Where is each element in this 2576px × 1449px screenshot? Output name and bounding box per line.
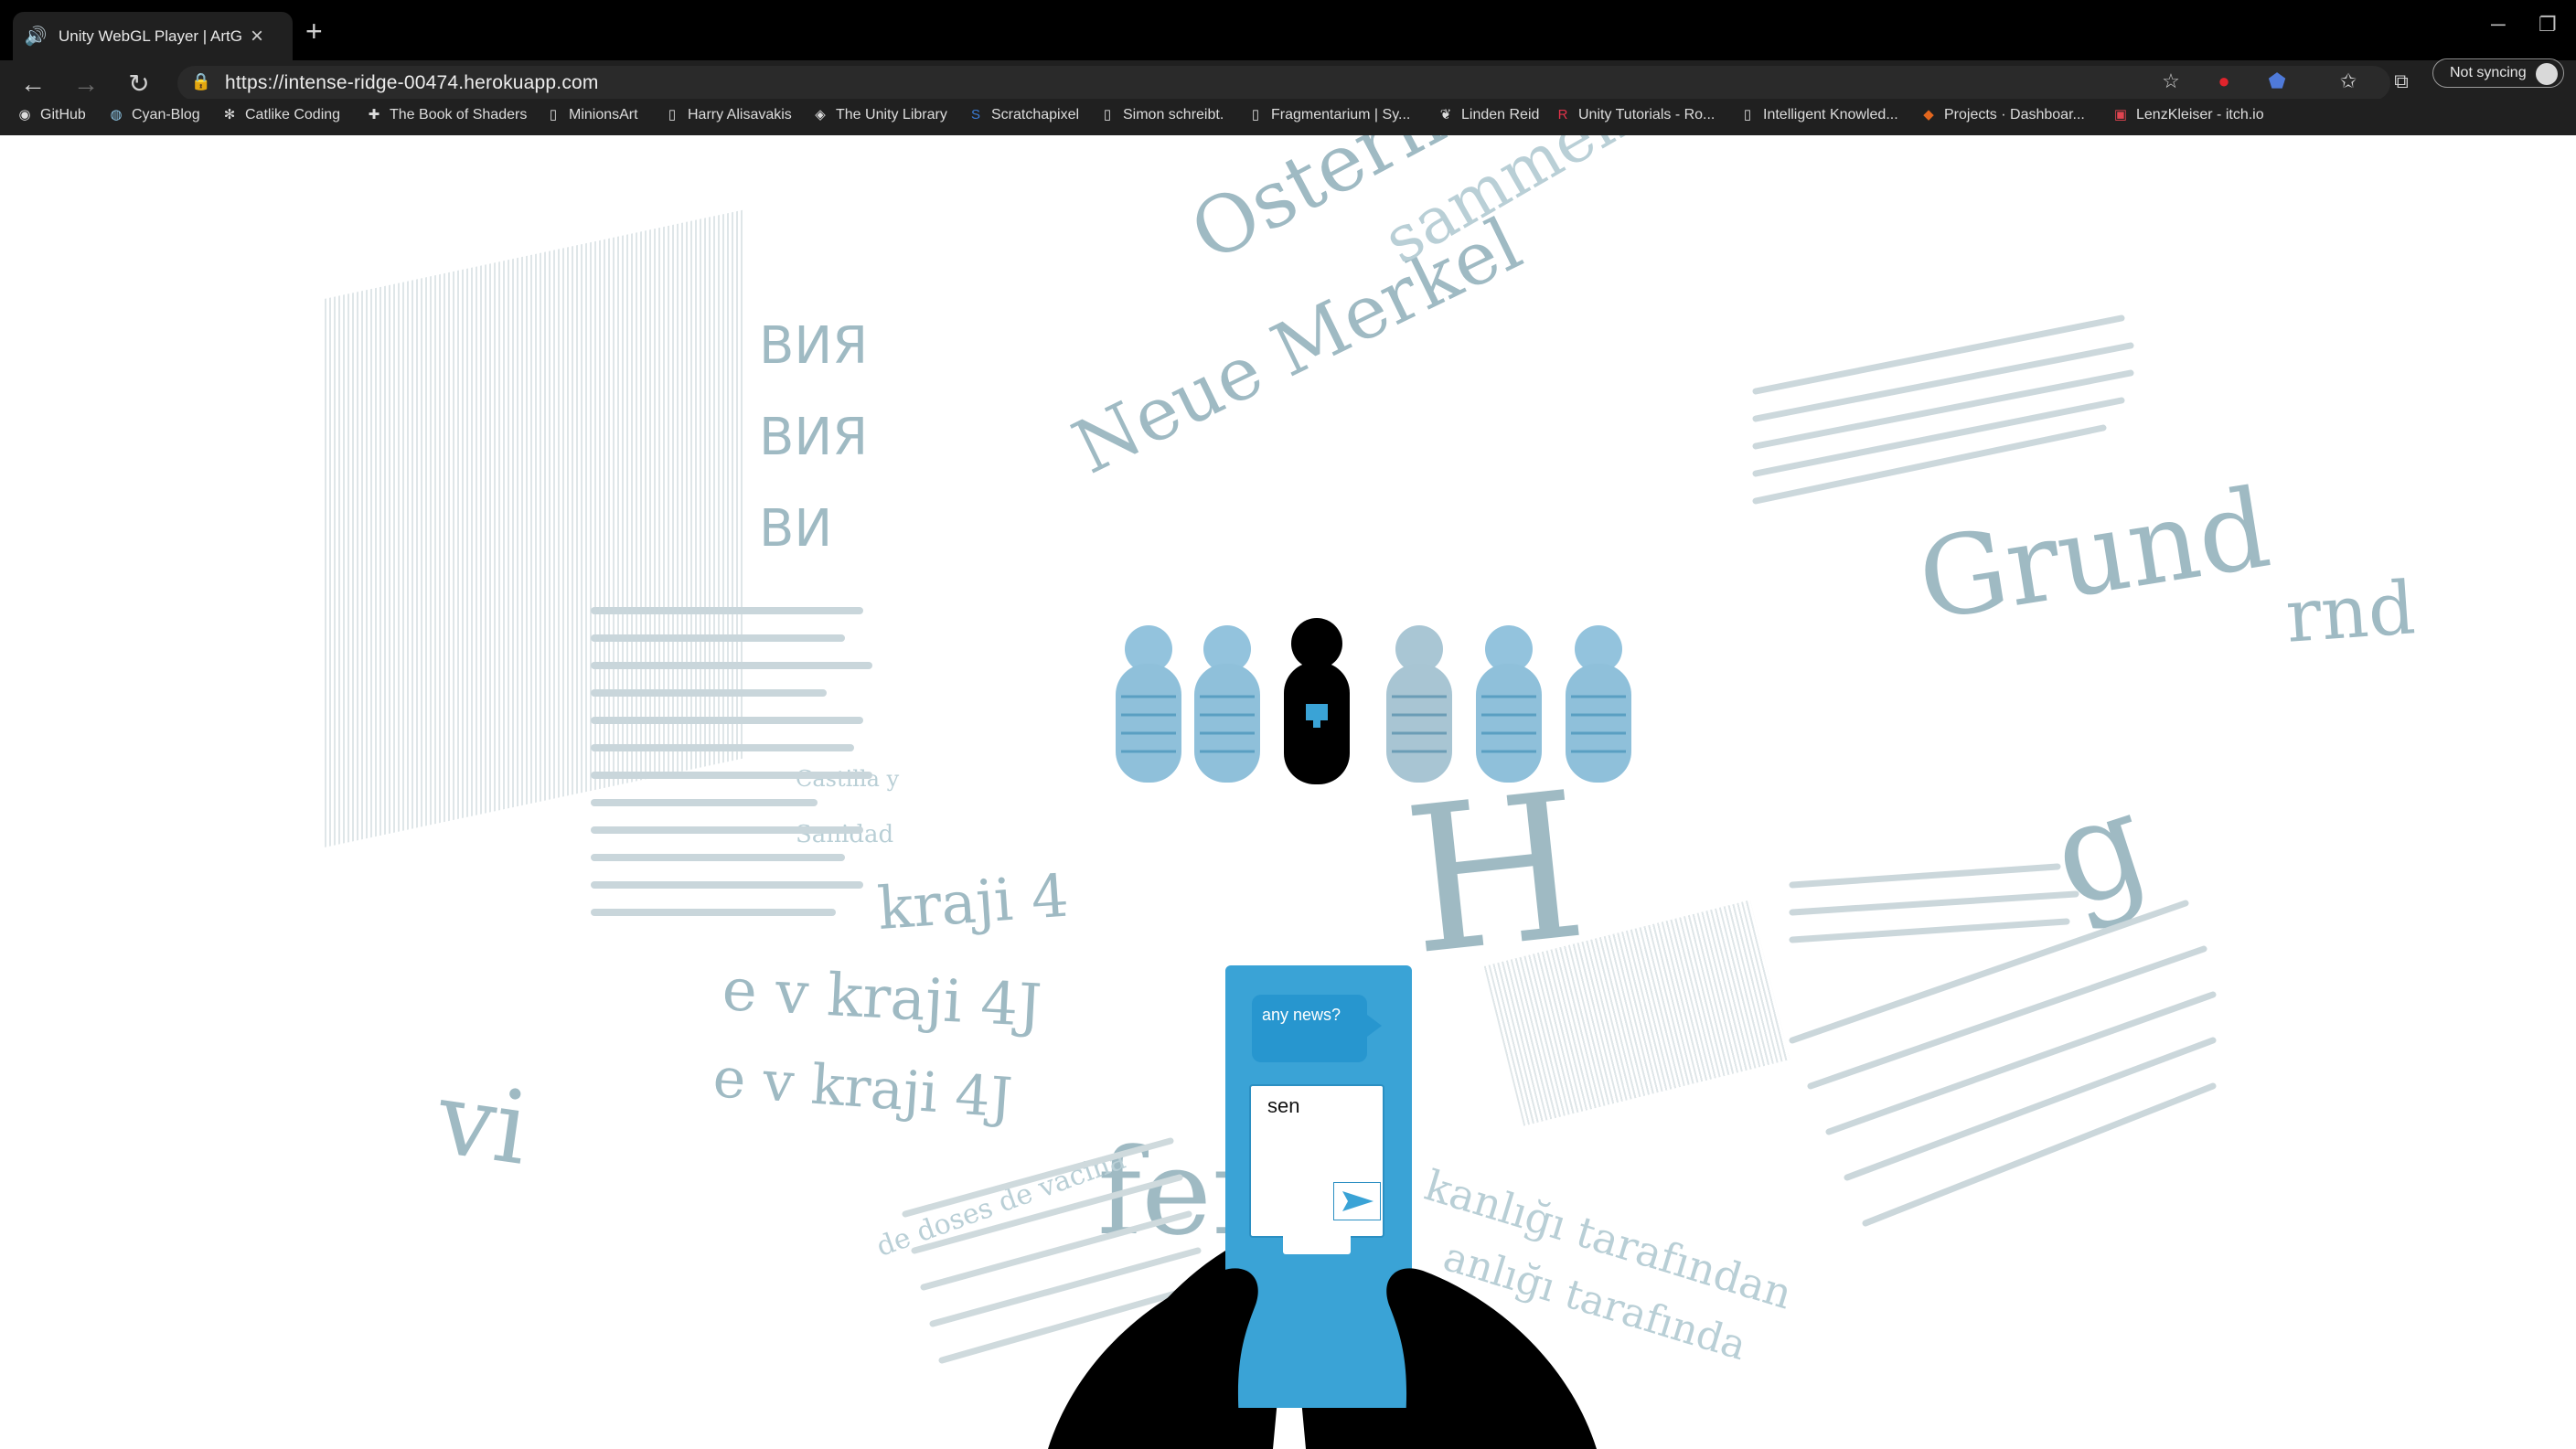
page-icon: ▯ bbox=[1251, 107, 1260, 123]
bookmark-item[interactable]: ▯ Intelligent Knowled... bbox=[1739, 103, 1898, 127]
bookmark-label: The Unity Library bbox=[836, 107, 947, 123]
bookmark-label: Fragmentarium | Sy... bbox=[1271, 107, 1411, 123]
person-figure[interactable] bbox=[1189, 623, 1266, 790]
newspaper-fragment: BИЯ bbox=[759, 316, 869, 376]
browser-tab[interactable]: 🔊 Unity WebGL Player | ArtG... × bbox=[13, 12, 293, 60]
newspaper-fragment: rnd bbox=[2282, 565, 2418, 659]
newspaper-fragment: kraji 4 bbox=[875, 862, 1071, 943]
avatar bbox=[2536, 63, 2558, 85]
bookmark-label: Cyan-Blog bbox=[132, 107, 200, 123]
page-icon: ▯ bbox=[668, 107, 677, 123]
close-tab-icon[interactable]: × bbox=[251, 24, 263, 49]
profile-sync-button[interactable]: Not syncing bbox=[2432, 59, 2564, 88]
refresh-icon[interactable]: ↻ bbox=[124, 69, 154, 99]
bookmark-label: MinionsArt bbox=[569, 107, 638, 123]
player-figure[interactable] bbox=[1278, 616, 1355, 790]
bookmark-item[interactable]: ▯ Simon schreibt. bbox=[1099, 103, 1224, 127]
tab-title: Unity WebGL Player | ArtG... bbox=[59, 27, 241, 45]
url-text[interactable]: https://intense-ridge-00474.herokuapp.co… bbox=[225, 72, 599, 94]
gitlab-icon: ◆ bbox=[1923, 107, 1934, 123]
leaf-icon: ❦ bbox=[1439, 107, 1452, 123]
bookmark-item[interactable]: ▯ MinionsArt bbox=[545, 103, 638, 127]
restore-button[interactable]: ❐ bbox=[2539, 13, 2557, 37]
chat-message: any news? bbox=[1262, 1006, 1341, 1024]
person-figure[interactable] bbox=[1560, 623, 1637, 790]
globe-icon: ◍ bbox=[110, 107, 123, 123]
newspaper-text-texture bbox=[591, 607, 872, 916]
bookmark-item[interactable]: S Scratchapixel bbox=[967, 103, 1079, 127]
itch-icon: ▣ bbox=[2113, 107, 2128, 123]
newspaper-text-texture bbox=[1752, 314, 2134, 505]
person-figure[interactable] bbox=[1381, 623, 1458, 790]
star-add-icon[interactable]: ☆ bbox=[2156, 65, 2186, 98]
collections-icon[interactable]: ⧉ bbox=[2387, 65, 2416, 98]
bookmark-item[interactable]: ✻ Catlike Coding bbox=[221, 103, 340, 127]
github-icon: ◉ bbox=[18, 107, 31, 123]
page-icon: ▯ bbox=[1103, 107, 1112, 123]
extension-red-icon[interactable]: ● bbox=[2209, 65, 2239, 98]
bookmark-label: Projects · Dashboar... bbox=[1944, 107, 2085, 123]
bookmark-label: LenzKleiser - itch.io bbox=[2136, 107, 2264, 123]
back-icon[interactable]: ← bbox=[18, 69, 48, 99]
extension-shield-icon[interactable]: ⬟ bbox=[2262, 65, 2292, 98]
bookmark-item[interactable]: ▯ Harry Alisavakis bbox=[664, 103, 792, 127]
favorites-icon[interactable]: ✩ bbox=[2334, 65, 2363, 98]
address-bar[interactable]: 🔒 https://intense-ridge-00474.herokuapp.… bbox=[177, 66, 2390, 101]
forward-icon[interactable]: → bbox=[71, 69, 101, 99]
bookmark-label: The Book of Shaders bbox=[390, 107, 528, 123]
s-logo-icon: S bbox=[970, 107, 980, 123]
bookmark-label: Harry Alisavakis bbox=[688, 107, 792, 123]
newspaper-fragment: BИ bbox=[759, 499, 833, 559]
new-tab-button[interactable]: + bbox=[305, 15, 323, 48]
bookmark-label: Intelligent Knowled... bbox=[1763, 107, 1898, 123]
bookmark-item[interactable]: ◆ Projects · Dashboar... bbox=[1920, 103, 2085, 127]
bookmark-label: Catlike Coding bbox=[245, 107, 341, 123]
person-figure[interactable] bbox=[1470, 623, 1547, 790]
bookmark-label: Scratchapixel bbox=[991, 107, 1080, 123]
bookmark-label: Unity Tutorials - Ro... bbox=[1578, 107, 1716, 123]
bookmark-item[interactable]: ◈ The Unity Library bbox=[812, 103, 947, 127]
page-icon: ▯ bbox=[1743, 107, 1752, 123]
bookmark-item[interactable]: ✚ The Book of Shaders bbox=[366, 103, 528, 127]
bookmark-item[interactable]: ◉ GitHub bbox=[16, 103, 86, 127]
bookmark-item[interactable]: ▣ LenzKleiser - itch.io bbox=[2112, 103, 2264, 127]
bookmark-item[interactable]: ◍ Cyan-Blog bbox=[108, 103, 200, 127]
bookmark-item[interactable]: R Unity Tutorials - Ro... bbox=[1555, 103, 1716, 127]
bookmark-item[interactable]: ❦ Linden Reid bbox=[1438, 103, 1540, 127]
bookmark-label: Simon schreibt. bbox=[1123, 107, 1224, 123]
unity-icon: ◈ bbox=[815, 107, 826, 123]
speaker-icon[interactable]: 🔊 bbox=[24, 25, 48, 48]
minimize-button[interactable]: ─ bbox=[2491, 13, 2506, 37]
hand-fingers bbox=[1048, 1268, 1597, 1449]
newspaper-text-texture bbox=[1789, 863, 2217, 1227]
bookmark-label: Linden Reid bbox=[1461, 107, 1540, 123]
cat-icon: ✻ bbox=[223, 107, 236, 123]
bookmark-label: GitHub bbox=[40, 107, 86, 123]
message-input-text[interactable]: sen bbox=[1267, 1094, 1299, 1118]
sync-label: Not syncing bbox=[2450, 65, 2527, 80]
lock-icon[interactable]: 🔒 bbox=[190, 72, 212, 94]
person-figure[interactable] bbox=[1110, 623, 1187, 790]
tab-strip: 🔊 Unity WebGL Player | ArtG... × + ─ ❐ bbox=[0, 0, 2576, 60]
r-logo-icon: R bbox=[1557, 107, 1568, 123]
newspaper-fragment: BИЯ bbox=[759, 408, 869, 467]
page-icon: ▯ bbox=[549, 107, 558, 123]
bookmark-item[interactable]: ▯ Fragmentarium | Sy... bbox=[1247, 103, 1410, 127]
newspaper-fragment: vi bbox=[431, 1059, 536, 1188]
plus-icon: ✚ bbox=[368, 107, 380, 123]
